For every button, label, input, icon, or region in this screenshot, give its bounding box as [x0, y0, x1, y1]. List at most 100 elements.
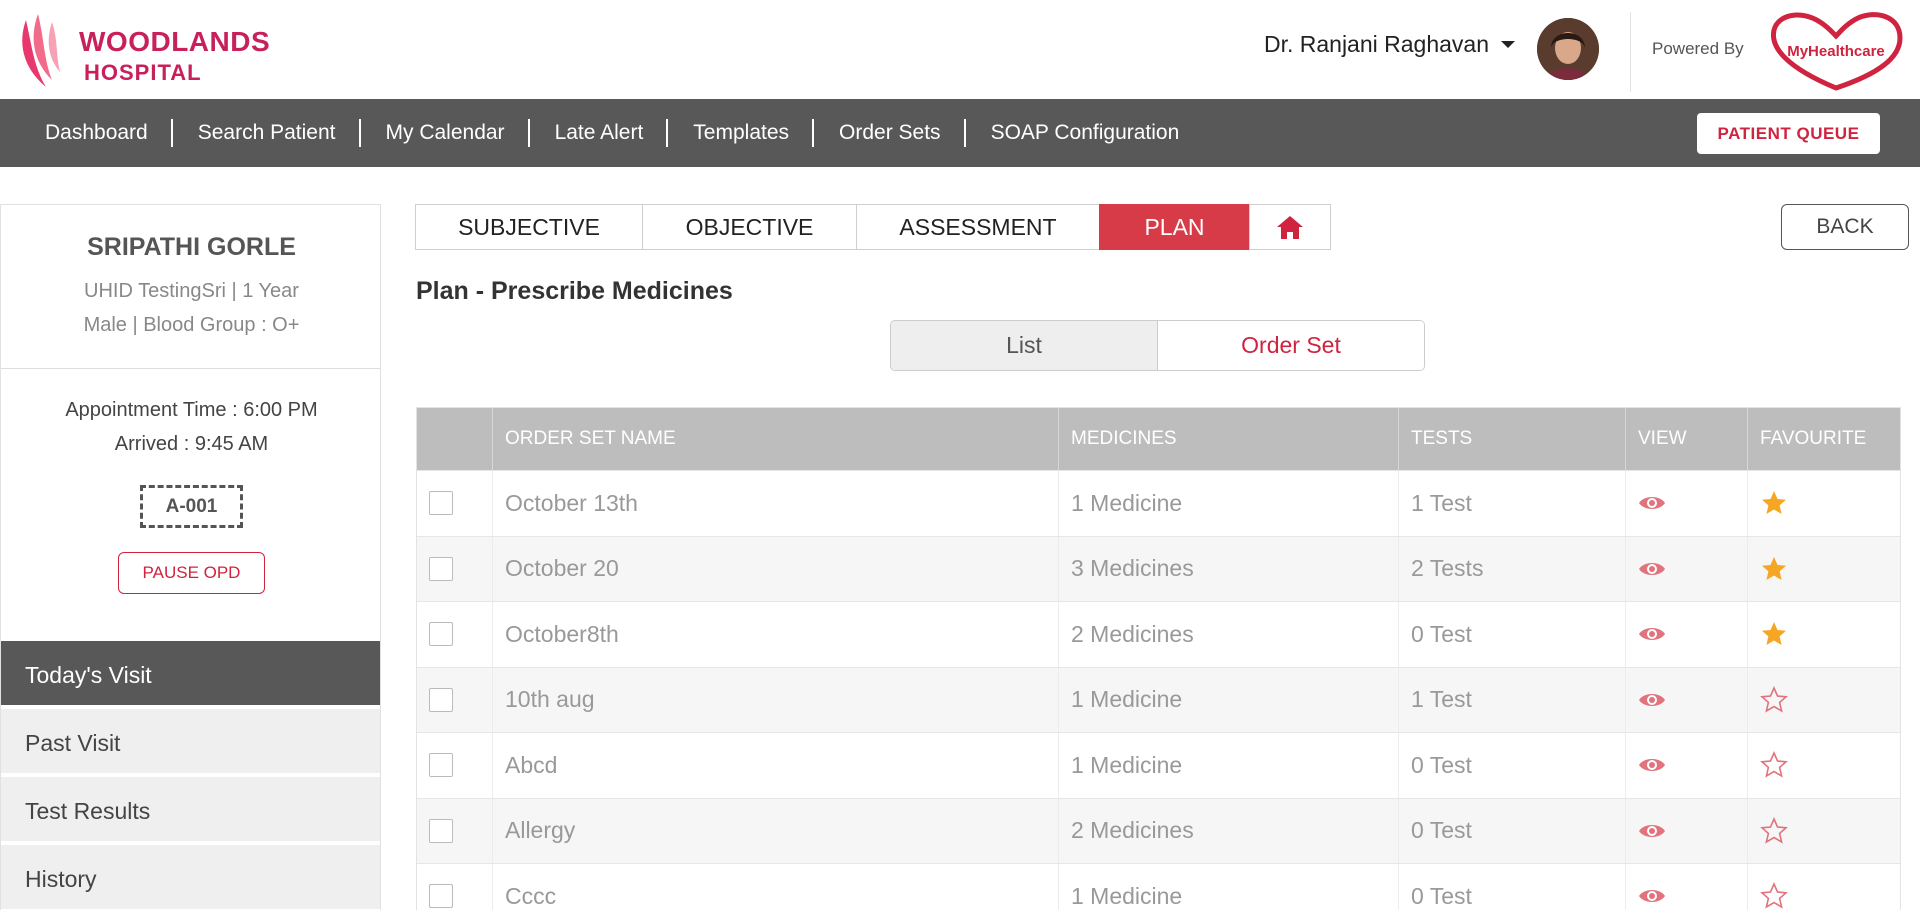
tests-count: 0 Test — [1399, 602, 1626, 667]
table-row[interactable]: Abcd 1 Medicine 0 Test — [417, 732, 1900, 798]
table-row[interactable]: Allergy 2 Medicines 0 Test — [417, 797, 1900, 864]
tests-count: 0 Test — [1399, 733, 1626, 798]
row-checkbox[interactable] — [429, 687, 453, 712]
tab-subjective[interactable]: SUBJECTIVE — [415, 204, 643, 250]
eye-icon[interactable] — [1638, 821, 1666, 841]
eye-icon[interactable] — [1638, 886, 1666, 906]
favourite-cell — [1748, 537, 1900, 602]
page-title: Plan - Prescribe Medicines — [416, 277, 733, 305]
row-checkbox[interactable] — [429, 556, 453, 581]
tests-count: 1 Test — [1399, 471, 1626, 536]
star-outline-icon[interactable] — [1760, 751, 1788, 779]
tab-plan[interactable]: PLAN — [1099, 204, 1250, 250]
avatar[interactable] — [1537, 18, 1599, 80]
nav-order-sets[interactable]: Order Sets — [814, 119, 966, 147]
medicines-count: 2 Medicines — [1059, 602, 1399, 667]
doctor-name: Dr. Ranjani Raghavan — [1263, 31, 1489, 57]
nav-soap-configuration[interactable]: SOAP Configuration — [966, 121, 1205, 145]
select-cell — [417, 864, 493, 910]
order-set-name: 10th aug — [493, 667, 1059, 732]
app-header: WOODLANDS HOSPITAL Dr. Ranjani Raghavan … — [0, 0, 1920, 99]
table-row[interactable]: Cccc 1 Medicine 0 Test — [417, 863, 1900, 910]
patient-queue-button[interactable]: PATIENT QUEUE — [1697, 113, 1880, 154]
doctor-menu[interactable]: Dr. Ranjani Raghavan — [1264, 31, 1515, 58]
table-row[interactable]: October 20 3 Medicines 2 Tests — [417, 535, 1900, 602]
token-number: A-001 — [140, 485, 243, 528]
view-cell — [1626, 798, 1748, 863]
tests-count: 2 Tests — [1399, 536, 1626, 601]
favourite-cell — [1748, 733, 1900, 798]
favourite-cell — [1748, 602, 1900, 667]
view-cell — [1626, 471, 1748, 536]
row-checkbox[interactable] — [429, 491, 453, 516]
star-filled-icon[interactable] — [1760, 489, 1788, 517]
flame-logo-icon — [22, 14, 60, 87]
visit-nav-past-visit[interactable]: Past Visit — [1, 709, 380, 777]
medicines-count: 1 Medicine — [1059, 864, 1399, 910]
favourite-cell — [1748, 471, 1900, 536]
nav-templates[interactable]: Templates — [668, 119, 814, 147]
eye-icon[interactable] — [1638, 559, 1666, 579]
star-filled-icon[interactable] — [1760, 620, 1788, 648]
order-set-name: Abcd — [493, 733, 1059, 798]
table-row[interactable]: October8th 2 Medicines 0 Test — [417, 601, 1900, 667]
order-set-name: October 13th — [493, 471, 1059, 536]
pause-opd-button[interactable]: PAUSE OPD — [118, 552, 265, 594]
header-divider — [1630, 12, 1631, 92]
logo-line1: WOODLANDS — [79, 26, 271, 57]
avatar-image — [1537, 18, 1599, 80]
tab-assessment[interactable]: ASSESSMENT — [856, 204, 1100, 250]
tab-objective[interactable]: OBJECTIVE — [642, 204, 857, 250]
caret-down-icon — [1501, 41, 1515, 48]
header-order-set-name: ORDER SET NAME — [493, 408, 1059, 470]
heart-logo-icon: MyHealthcare — [1770, 12, 1903, 91]
home-icon — [1277, 216, 1303, 239]
eye-icon[interactable] — [1638, 624, 1666, 644]
star-filled-icon[interactable] — [1760, 555, 1788, 583]
favourite-cell — [1748, 668, 1900, 733]
star-outline-icon[interactable] — [1760, 685, 1788, 714]
order-set-table: ORDER SET NAME MEDICINES TESTS VIEW FAVO… — [416, 407, 1901, 910]
partner-logo: MyHealthcare — [1768, 8, 1904, 92]
toggle-order-set[interactable]: Order Set — [1158, 321, 1424, 370]
nav-my-calendar[interactable]: My Calendar — [361, 119, 530, 147]
visit-nav-history[interactable]: History — [1, 845, 380, 910]
row-checkbox[interactable] — [429, 818, 453, 843]
row-checkbox[interactable] — [429, 753, 453, 778]
patient-gender-blood: Male | Blood Group : O+ — [83, 314, 300, 336]
medicines-count: 1 Medicine — [1059, 733, 1399, 798]
eye-icon[interactable] — [1638, 493, 1666, 513]
visit-nav-todays-visit[interactable]: Today's Visit — [1, 641, 380, 709]
select-cell — [417, 602, 493, 667]
soap-tabs: SUBJECTIVE OBJECTIVE ASSESSMENT PLAN — [415, 204, 1331, 250]
select-cell — [417, 733, 493, 798]
main-nav: Dashboard Search Patient My Calendar Lat… — [0, 99, 1920, 167]
medicines-count: 1 Medicine — [1059, 667, 1399, 732]
nav-search-patient[interactable]: Search Patient — [173, 119, 361, 147]
star-outline-icon[interactable] — [1760, 816, 1788, 845]
hospital-logo[interactable]: WOODLANDS HOSPITAL — [16, 12, 286, 90]
nav-late-alert[interactable]: Late Alert — [530, 119, 669, 147]
row-checkbox[interactable] — [429, 622, 453, 647]
toggle-list[interactable]: List — [891, 321, 1158, 370]
header-tests: TESTS — [1399, 408, 1626, 470]
table-row[interactable]: October 13th 1 Medicine 1 Test — [417, 470, 1900, 536]
medicines-count: 2 Medicines — [1059, 798, 1399, 863]
header-view: VIEW — [1626, 408, 1748, 470]
partner-logo-text: MyHealthcare — [1787, 43, 1885, 60]
patient-uhid: UHID TestingSri | 1 Year — [84, 280, 299, 302]
medicines-count: 1 Medicine — [1059, 471, 1399, 536]
star-outline-icon[interactable] — [1760, 882, 1788, 910]
back-button[interactable]: BACK — [1781, 204, 1909, 250]
visit-nav-test-results[interactable]: Test Results — [1, 777, 380, 845]
nav-dashboard[interactable]: Dashboard — [20, 119, 173, 147]
tab-home[interactable] — [1249, 204, 1331, 250]
powered-by-label: Powered By — [1652, 39, 1744, 58]
eye-icon[interactable] — [1638, 755, 1666, 775]
table-row[interactable]: 10th aug 1 Medicine 1 Test — [417, 666, 1900, 733]
eye-icon[interactable] — [1638, 690, 1666, 710]
favourite-cell — [1748, 799, 1900, 864]
view-cell — [1626, 602, 1748, 667]
row-checkbox[interactable] — [429, 884, 453, 909]
header-select — [417, 408, 493, 470]
